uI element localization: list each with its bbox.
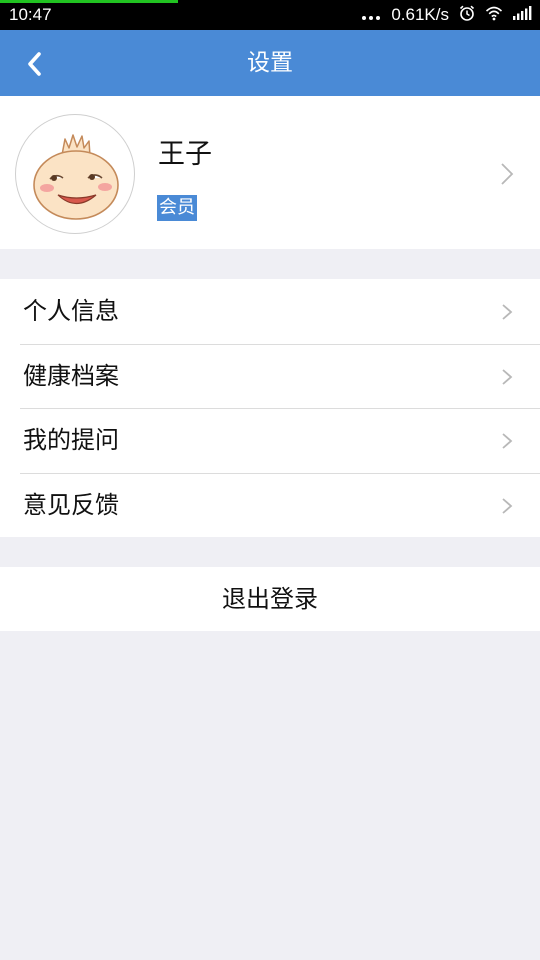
settings-menu: 个人信息 健康档案 我的提问 意见反馈: [0, 279, 540, 537]
logout-button[interactable]: 退出登录: [0, 567, 540, 631]
chevron-right-icon: [502, 368, 513, 385]
loading-progress-bar: [0, 0, 178, 3]
chevron-right-icon: [502, 497, 513, 514]
menu-item-label: 我的提问: [23, 426, 119, 454]
status-indicators: 0.61K/s: [362, 4, 532, 26]
signal-icon: [512, 5, 532, 25]
chevron-left-icon: [28, 52, 41, 76]
menu-item-health-record[interactable]: 健康档案: [0, 343, 540, 409]
menu-item-label: 意见反馈: [23, 490, 119, 519]
network-speed: 0.61K/s: [391, 5, 449, 24]
chevron-right-icon: [502, 304, 513, 320]
member-badge: 会员: [157, 195, 197, 221]
page-title: 设置: [247, 50, 293, 76]
more-dots-icon: [362, 10, 381, 20]
back-button[interactable]: [12, 42, 56, 86]
status-time: 10:47: [9, 5, 52, 24]
menu-item-my-questions[interactable]: 我的提问: [0, 408, 540, 473]
wifi-icon: [485, 5, 503, 26]
menu-item-feedback[interactable]: 意见反馈: [0, 472, 540, 538]
alarm-icon: [458, 4, 476, 27]
app-header: 设置: [0, 30, 540, 96]
menu-item-label: 健康档案: [23, 361, 119, 390]
menu-item-personal-info[interactable]: 个人信息: [0, 279, 540, 344]
status-bar: 10:47 0.61K/s: [0, 0, 540, 30]
profile-name: 王子: [158, 139, 212, 170]
profile-card[interactable]: 王子 会员: [0, 96, 540, 249]
avatar: [15, 114, 135, 234]
chevron-right-icon: [502, 433, 513, 449]
menu-item-label: 个人信息: [23, 297, 119, 325]
chevron-right-icon: [501, 163, 514, 185]
